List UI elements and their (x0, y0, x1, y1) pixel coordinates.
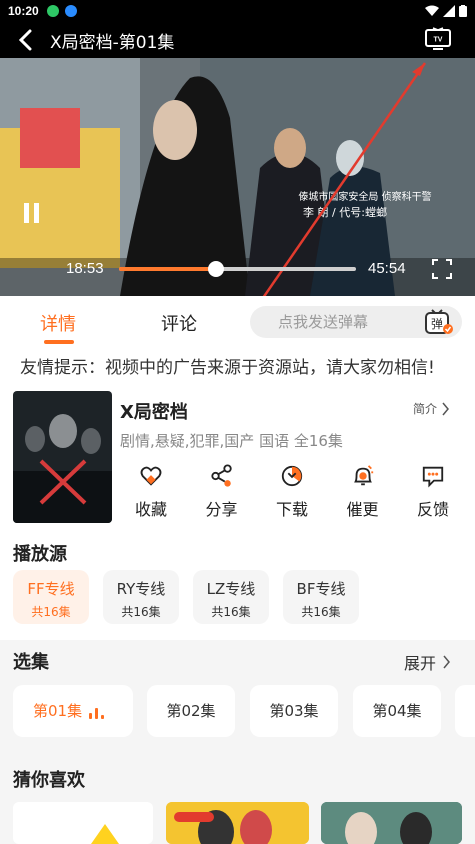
source-count: 共16集 (301, 605, 341, 619)
tab-details[interactable]: 详情 (40, 310, 76, 336)
danmaku-button[interactable]: 弹 (424, 308, 454, 336)
heart-icon (140, 466, 162, 486)
episode-next-partial[interactable] (455, 685, 475, 737)
total-time: 45:54 (368, 260, 406, 277)
signal-icon (443, 5, 455, 17)
source-count: 共16集 (211, 605, 251, 619)
progress-fill (119, 267, 217, 271)
feedback-label: 反馈 (416, 500, 449, 519)
episode-04[interactable]: 第04集 (353, 685, 441, 737)
update-request-button[interactable]: 催更 (332, 464, 394, 520)
recommend-thumbnail (166, 802, 309, 844)
progress-bar[interactable] (119, 261, 356, 277)
action-row: 收藏 分享 下载 催更 反馈 (120, 464, 464, 520)
battery-icon (459, 5, 467, 17)
download-notification-icon (64, 5, 77, 17)
feedback-button[interactable]: 反馈 (402, 464, 464, 520)
show-poster[interactable] (13, 391, 112, 523)
status-time: 10:20 (8, 4, 39, 18)
episode-label: 第01集 (33, 702, 83, 720)
bell-icon (353, 465, 373, 486)
source-name: BF专线 (296, 580, 346, 598)
recommend-section: 猜你喜欢 (0, 750, 475, 844)
expand-button[interactable]: 展开 (404, 650, 451, 674)
tab-comments[interactable]: 评论 (161, 310, 197, 336)
source-bf[interactable]: BF专线 共16集 (283, 570, 359, 624)
fullscreen-icon[interactable] (432, 259, 452, 279)
episode-01[interactable]: 第01集 (13, 685, 133, 737)
title-bar: X局密档-第01集 TV (0, 22, 475, 58)
source-name: LZ专线 (206, 580, 256, 598)
pause-button[interactable] (24, 203, 42, 223)
episode-section: 选集 展开 第01集 第02集 第03集 第04集 (0, 640, 475, 750)
source-name: FF专线 (27, 580, 75, 598)
source-section: 播放源 FF专线 共16集 RY专线 共16集 LZ专线 共16集 BF专线 共… (0, 530, 475, 640)
download-label: 下载 (275, 500, 308, 519)
feedback-icon (422, 466, 444, 488)
active-tab-indicator (44, 340, 74, 344)
show-meta: 剧情,悬疑,犯罪,国产 国语 全16集 (120, 432, 343, 450)
source-ff[interactable]: FF专线 共16集 (13, 570, 89, 624)
source-lz[interactable]: LZ专线 共16集 (193, 570, 269, 624)
chevron-right-icon (442, 402, 449, 415)
back-button[interactable] (0, 22, 50, 58)
share-label: 分享 (205, 500, 238, 519)
poster-image (13, 391, 112, 523)
svg-text:TV: TV (434, 37, 443, 44)
source-count: 共16集 (31, 605, 71, 619)
status-bar: 10:20 (0, 0, 475, 22)
episode-02[interactable]: 第02集 (147, 685, 235, 737)
recommend-item[interactable] (321, 802, 462, 844)
recommend-thumbnail (91, 824, 119, 844)
share-button[interactable]: 分享 (191, 464, 253, 520)
download-button[interactable]: 下载 (261, 464, 323, 520)
recommend-item[interactable] (13, 802, 153, 844)
expand-label: 展开 (404, 654, 437, 673)
intro-link[interactable]: 简介 (413, 400, 450, 417)
episode-03[interactable]: 第03集 (250, 685, 338, 737)
download-icon (281, 465, 303, 487)
recommend-thumbnail (321, 802, 462, 844)
tv-cast-icon[interactable]: TV (425, 27, 451, 51)
danmaku-button-label: 弹 (431, 317, 443, 331)
notice-text: 友情提示：视频中的广告来源于资源站，请大家勿相信! (0, 348, 475, 388)
source-ry[interactable]: RY专线 共16集 (103, 570, 179, 624)
episode-title: 选集 (13, 652, 49, 673)
show-info: X局密档 简介 剧情,悬疑,犯罪,国产 国语 全16集 收藏 分享 下载 催更 … (0, 388, 475, 530)
playing-indicator-icon (89, 708, 104, 719)
source-count: 共16集 (121, 605, 161, 619)
share-icon (210, 464, 232, 487)
favorite-button[interactable]: 收藏 (120, 464, 182, 520)
show-title: X局密档 (120, 402, 188, 423)
danmaku-icon: 弹 (425, 309, 453, 334)
update-request-label: 催更 (346, 500, 379, 519)
chevron-right-icon (443, 655, 450, 669)
source-name: RY专线 (116, 580, 166, 598)
recommend-item[interactable] (166, 802, 309, 844)
app-notification-icon (46, 5, 59, 17)
wifi-icon (425, 5, 439, 16)
favorite-label: 收藏 (134, 500, 167, 519)
detail-tabs: 详情 评论 点我发送弹幕 弹 (0, 296, 475, 348)
recommend-title: 猜你喜欢 (13, 770, 85, 791)
current-time: 18:53 (66, 260, 104, 277)
intro-label: 简介 (413, 402, 438, 416)
page-title: X局密档-第01集 (50, 32, 175, 53)
source-title: 播放源 (13, 544, 67, 565)
chevron-left-icon (18, 29, 32, 51)
